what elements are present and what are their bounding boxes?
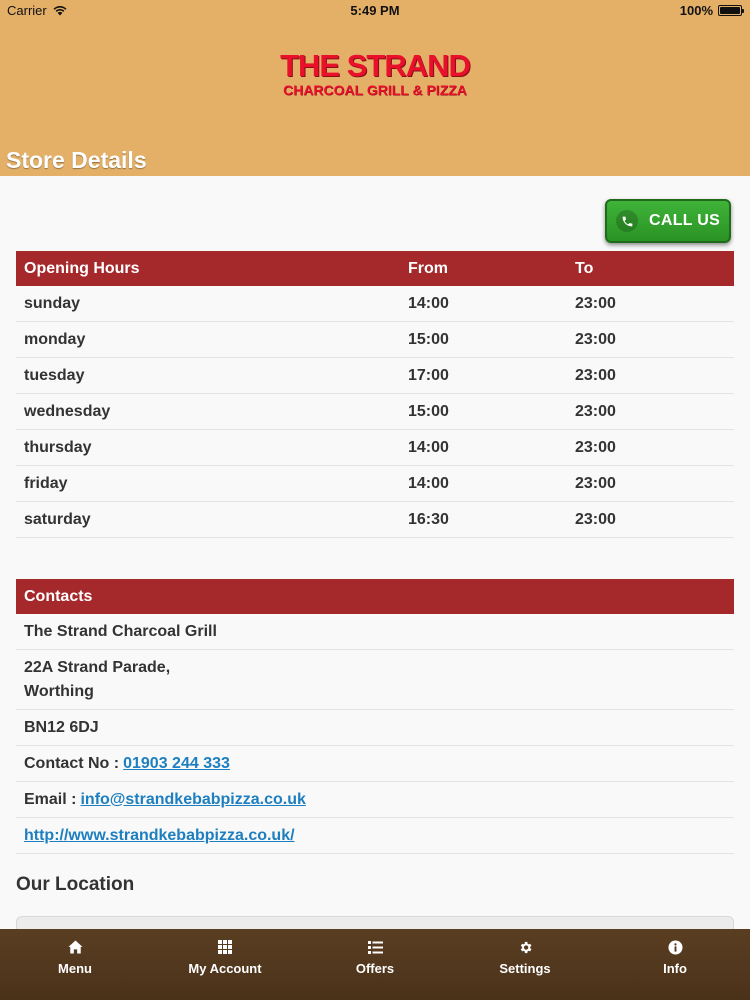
day-cell: monday (24, 331, 86, 348)
to-cell: 23:00 (575, 403, 616, 420)
page-title: Store Details (6, 147, 147, 173)
from-cell: 14:00 (408, 295, 449, 312)
call-us-label: CALL US (649, 212, 721, 229)
to-cell: 23:00 (575, 439, 616, 456)
table-row: tuesday 17:00 23:00 (16, 358, 734, 394)
brand-logo: THE STRAND CHARCOAL GRILL & PIZZA (0, 48, 750, 99)
header-to: To (575, 260, 594, 277)
nav-label-info: Info (663, 961, 687, 976)
nav-label-my-account: My Account (188, 961, 262, 976)
email-row: Email : info@strandkebabpizza.co.uk (16, 782, 734, 818)
header-from: From (408, 260, 448, 277)
phone-link[interactable]: 01903 244 333 (123, 752, 230, 776)
phone-label: Contact No : (24, 754, 120, 772)
nav-item-info[interactable]: Info (600, 929, 750, 1000)
table-row: friday 14:00 23:00 (16, 466, 734, 502)
location-title: Our Location (16, 874, 135, 895)
address-line-2: Worthing (24, 682, 94, 700)
bottom-nav: Menu My Account Offers Settings Info (0, 929, 750, 1000)
brand-tagline: CHARCOAL GRILL & PIZZA (283, 82, 467, 98)
postcode: BN12 6DJ (24, 718, 99, 736)
to-cell: 23:00 (575, 295, 616, 312)
address-row: 22A Strand Parade, Worthing (16, 650, 734, 710)
email-link[interactable]: info@strandkebabpizza.co.uk (80, 788, 305, 812)
to-cell: 23:00 (575, 367, 616, 384)
battery-indicator: 100% (679, 3, 744, 18)
website-link[interactable]: http://www.strandkebabpizza.co.uk/ (24, 824, 295, 848)
phone-row: Contact No : 01903 244 333 (16, 746, 734, 782)
list-icon (367, 939, 383, 955)
day-cell: thursday (24, 439, 92, 456)
email-label: Email : (24, 790, 77, 808)
nav-item-offers[interactable]: Offers (300, 929, 450, 1000)
header-day: Opening Hours (24, 260, 140, 277)
gear-icon (517, 939, 533, 955)
status-time: 5:49 PM (350, 3, 400, 18)
battery-icon (718, 5, 744, 16)
contacts-header: Contacts (16, 579, 734, 614)
brand-name: THE STRAND (280, 48, 471, 83)
day-cell: friday (24, 475, 68, 492)
address-line-1: 22A Strand Parade, (24, 658, 171, 676)
app-header: Carrier 5:49 PM 100% THE STRAND CHARCOAL… (0, 0, 750, 176)
grid-icon (217, 939, 233, 955)
day-cell: saturday (24, 511, 91, 528)
opening-hours-header: Opening Hours From To (16, 251, 734, 286)
day-cell: sunday (24, 295, 81, 312)
from-cell: 14:00 (408, 475, 449, 492)
status-bar: Carrier 5:49 PM 100% (0, 0, 750, 22)
table-row: saturday 16:30 23:00 (16, 502, 734, 538)
from-cell: 17:00 (408, 367, 449, 384)
from-cell: 16:30 (408, 511, 449, 528)
home-icon (67, 939, 83, 955)
contacts-section: Contacts The Strand Charcoal Grill 22A S… (16, 579, 734, 854)
table-row: monday 15:00 23:00 (16, 322, 734, 358)
business-name-row: The Strand Charcoal Grill (16, 614, 734, 650)
day-cell: wednesday (24, 403, 111, 420)
from-cell: 15:00 (408, 403, 449, 420)
to-cell: 23:00 (575, 475, 616, 492)
call-us-button[interactable]: CALL US (605, 199, 731, 243)
nav-label-menu: Menu (58, 961, 92, 976)
nav-item-menu[interactable]: Menu (0, 929, 150, 1000)
table-row: thursday 14:00 23:00 (16, 430, 734, 466)
from-cell: 15:00 (408, 331, 449, 348)
table-row: wednesday 15:00 23:00 (16, 394, 734, 430)
table-row: sunday 14:00 23:00 (16, 286, 734, 322)
opening-hours-table: Opening Hours From To sunday 14:00 23:00… (16, 251, 734, 538)
phone-icon (616, 210, 638, 232)
to-cell: 23:00 (575, 331, 616, 348)
nav-label-offers: Offers (355, 961, 395, 976)
nav-item-settings[interactable]: Settings (450, 929, 600, 1000)
website-row: http://www.strandkebabpizza.co.uk/ (16, 818, 734, 854)
postcode-row: BN12 6DJ (16, 710, 734, 746)
from-cell: 14:00 (408, 439, 449, 456)
info-icon (667, 939, 683, 955)
nav-label-settings: Settings (499, 961, 551, 976)
nav-item-my-account[interactable]: My Account (150, 929, 300, 1000)
to-cell: 23:00 (575, 511, 616, 528)
day-cell: tuesday (24, 367, 85, 384)
battery-label: 100% (679, 3, 713, 18)
business-name: The Strand Charcoal Grill (24, 622, 217, 640)
